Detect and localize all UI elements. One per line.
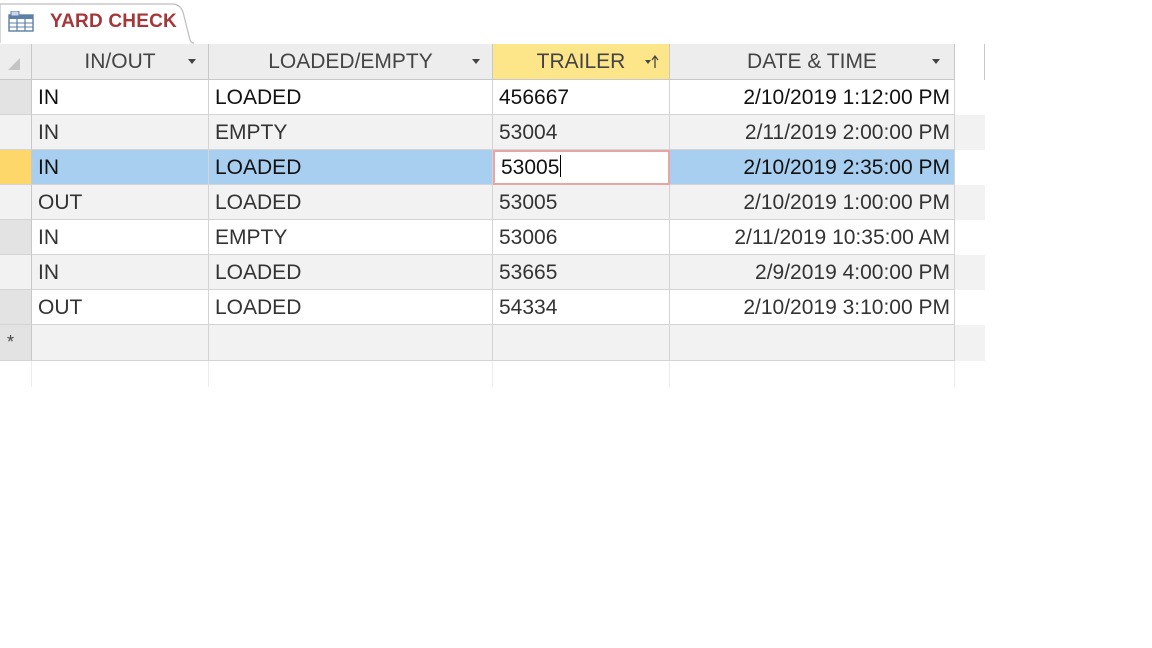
cell-loaded-empty[interactable]: LOADED	[209, 255, 493, 290]
table-icon	[8, 11, 34, 32]
row-filler	[955, 185, 985, 220]
table-row[interactable]: IN EMPTY 53006 2/11/2019 10:35:00 AM	[0, 220, 985, 255]
new-cell-loaded-empty[interactable]	[209, 325, 493, 361]
row-filler	[955, 150, 985, 185]
grid-guide	[493, 361, 670, 387]
cell-date-time[interactable]: 2/9/2019 4:00:00 PM	[670, 255, 955, 290]
cell-trailer[interactable]: 53006	[493, 220, 670, 255]
select-all-icon	[8, 58, 20, 70]
dropdown-arrow-icon[interactable]	[932, 59, 940, 64]
grid-empty-area	[0, 361, 985, 387]
record-selector[interactable]	[0, 185, 32, 220]
cell-date-time[interactable]: 2/10/2019 1:00:00 PM	[670, 185, 955, 220]
dropdown-arrow-icon[interactable]	[188, 59, 196, 64]
cell-date-time[interactable]: 2/10/2019 3:10:00 PM	[670, 290, 955, 325]
cell-loaded-empty[interactable]: LOADED	[209, 185, 493, 220]
row-filler	[955, 290, 985, 325]
cell-loaded-empty[interactable]: LOADED	[209, 80, 493, 115]
cell-date-time[interactable]: 2/11/2019 10:35:00 AM	[670, 220, 955, 255]
row-filler	[955, 80, 985, 115]
document-tab-strip: YARD CHECK	[0, 0, 985, 44]
new-record-icon: *	[7, 332, 15, 352]
grid-guide	[209, 361, 493, 387]
cell-loaded-empty[interactable]: EMPTY	[209, 115, 493, 150]
access-datasheet-window: YARD CHECK IN/OUT LOADED/EMPTY TRAILER D…	[0, 0, 1152, 648]
column-header-loaded-empty[interactable]: LOADED/EMPTY	[209, 44, 493, 80]
cell-in-out[interactable]: IN	[32, 80, 209, 115]
record-selector-current[interactable]	[0, 150, 32, 185]
row-filler	[955, 220, 985, 255]
tab-title: YARD CHECK	[50, 11, 177, 32]
grid-guide	[32, 361, 209, 387]
grid-guide	[670, 361, 955, 387]
cell-trailer[interactable]: 456667	[493, 80, 670, 115]
record-selector[interactable]	[0, 290, 32, 325]
select-all-corner[interactable]	[0, 44, 32, 80]
new-record-row[interactable]: *	[0, 325, 985, 361]
cell-date-time[interactable]: 2/10/2019 2:35:00 PM	[670, 150, 955, 185]
table-row[interactable]: OUT LOADED 54334 2/10/2019 3:10:00 PM	[0, 290, 985, 325]
text-caret	[560, 155, 562, 178]
column-header-label: IN/OUT	[84, 50, 156, 73]
header-filler	[955, 44, 985, 80]
column-header-trailer[interactable]: TRAILER	[493, 44, 670, 80]
record-selector[interactable]	[0, 255, 32, 290]
record-selector[interactable]	[0, 220, 32, 255]
row-filler	[955, 115, 985, 150]
cell-loaded-empty[interactable]: EMPTY	[209, 220, 493, 255]
row-filler	[955, 255, 985, 290]
record-selector[interactable]	[0, 80, 32, 115]
cell-in-out[interactable]: OUT	[32, 185, 209, 220]
cell-date-time[interactable]: 2/11/2019 2:00:00 PM	[670, 115, 955, 150]
record-selector[interactable]	[0, 115, 32, 150]
cell-in-out[interactable]: OUT	[32, 290, 209, 325]
column-header-label: TRAILER	[536, 50, 626, 73]
new-cell-in-out[interactable]	[32, 325, 209, 361]
cell-in-out[interactable]: IN	[32, 150, 209, 185]
cell-trailer[interactable]: 53005	[493, 185, 670, 220]
table-row[interactable]: IN LOADED 456667 2/10/2019 1:12:00 PM	[0, 80, 985, 115]
column-header-label: LOADED/EMPTY	[268, 50, 433, 73]
cell-in-out[interactable]: IN	[32, 115, 209, 150]
table-row[interactable]: OUT LOADED 53005 2/10/2019 1:00:00 PM	[0, 185, 985, 220]
table-row[interactable]: IN LOADED 53665 2/9/2019 4:00:00 PM	[0, 255, 985, 290]
new-record-selector[interactable]: *	[0, 325, 32, 361]
cell-trailer-editing[interactable]: 53005	[493, 150, 670, 185]
cell-in-out[interactable]: IN	[32, 220, 209, 255]
column-header-date-time[interactable]: DATE & TIME	[670, 44, 955, 80]
grid-guide	[0, 361, 32, 387]
sort-filter-icon[interactable]	[644, 55, 660, 69]
cell-trailer[interactable]: 53004	[493, 115, 670, 150]
cell-loaded-empty[interactable]: LOADED	[209, 290, 493, 325]
cell-trailer-value[interactable]: 53005	[501, 156, 559, 179]
tab-yard-check[interactable]: YARD CHECK	[0, 2, 194, 44]
column-header-row: IN/OUT LOADED/EMPTY TRAILER DATE & TIME	[0, 44, 985, 80]
cell-date-time[interactable]: 2/10/2019 1:12:00 PM	[670, 80, 955, 115]
column-header-label: DATE & TIME	[747, 50, 877, 73]
cell-trailer[interactable]: 54334	[493, 290, 670, 325]
new-cell-date-time[interactable]	[670, 325, 955, 361]
dropdown-arrow-icon[interactable]	[472, 59, 480, 64]
row-filler	[955, 325, 985, 361]
column-header-in-out[interactable]: IN/OUT	[32, 44, 209, 80]
cell-in-out[interactable]: IN	[32, 255, 209, 290]
new-cell-trailer[interactable]	[493, 325, 670, 361]
cell-loaded-empty[interactable]: LOADED	[209, 150, 493, 185]
table-row[interactable]: IN EMPTY 53004 2/11/2019 2:00:00 PM	[0, 115, 985, 150]
table-row-current[interactable]: IN LOADED 53005 2/10/2019 2:35:00 PM	[0, 150, 985, 185]
cell-trailer[interactable]: 53665	[493, 255, 670, 290]
